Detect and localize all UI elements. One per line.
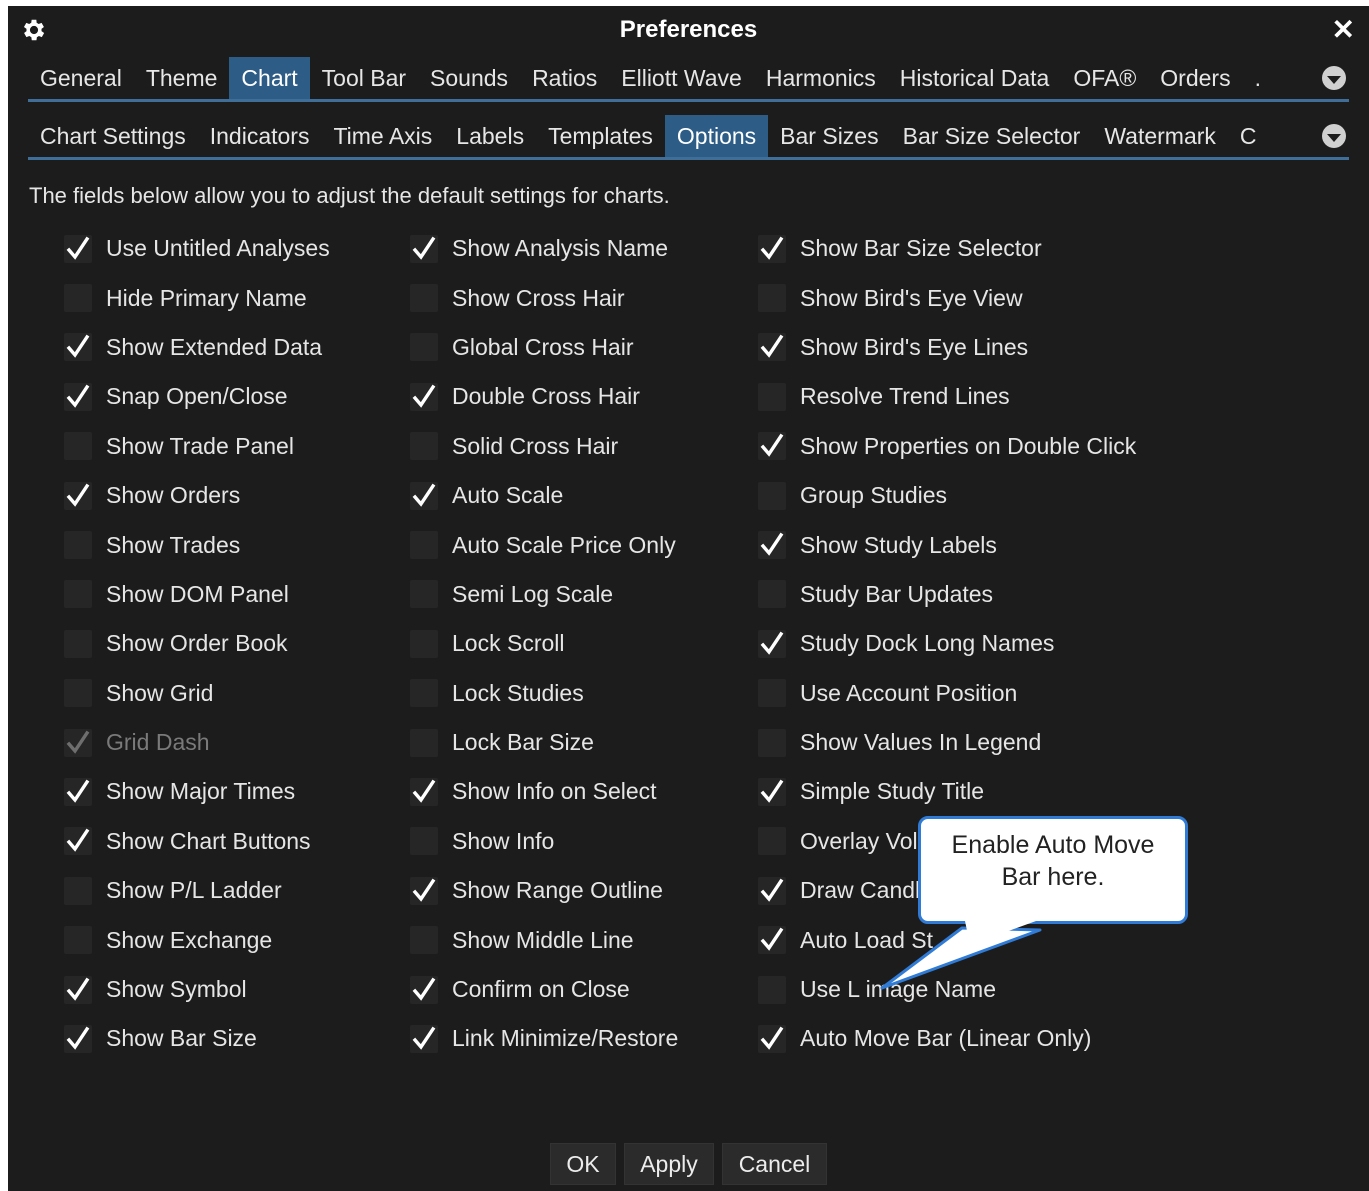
callout-pointer-mask — [965, 921, 1036, 945]
